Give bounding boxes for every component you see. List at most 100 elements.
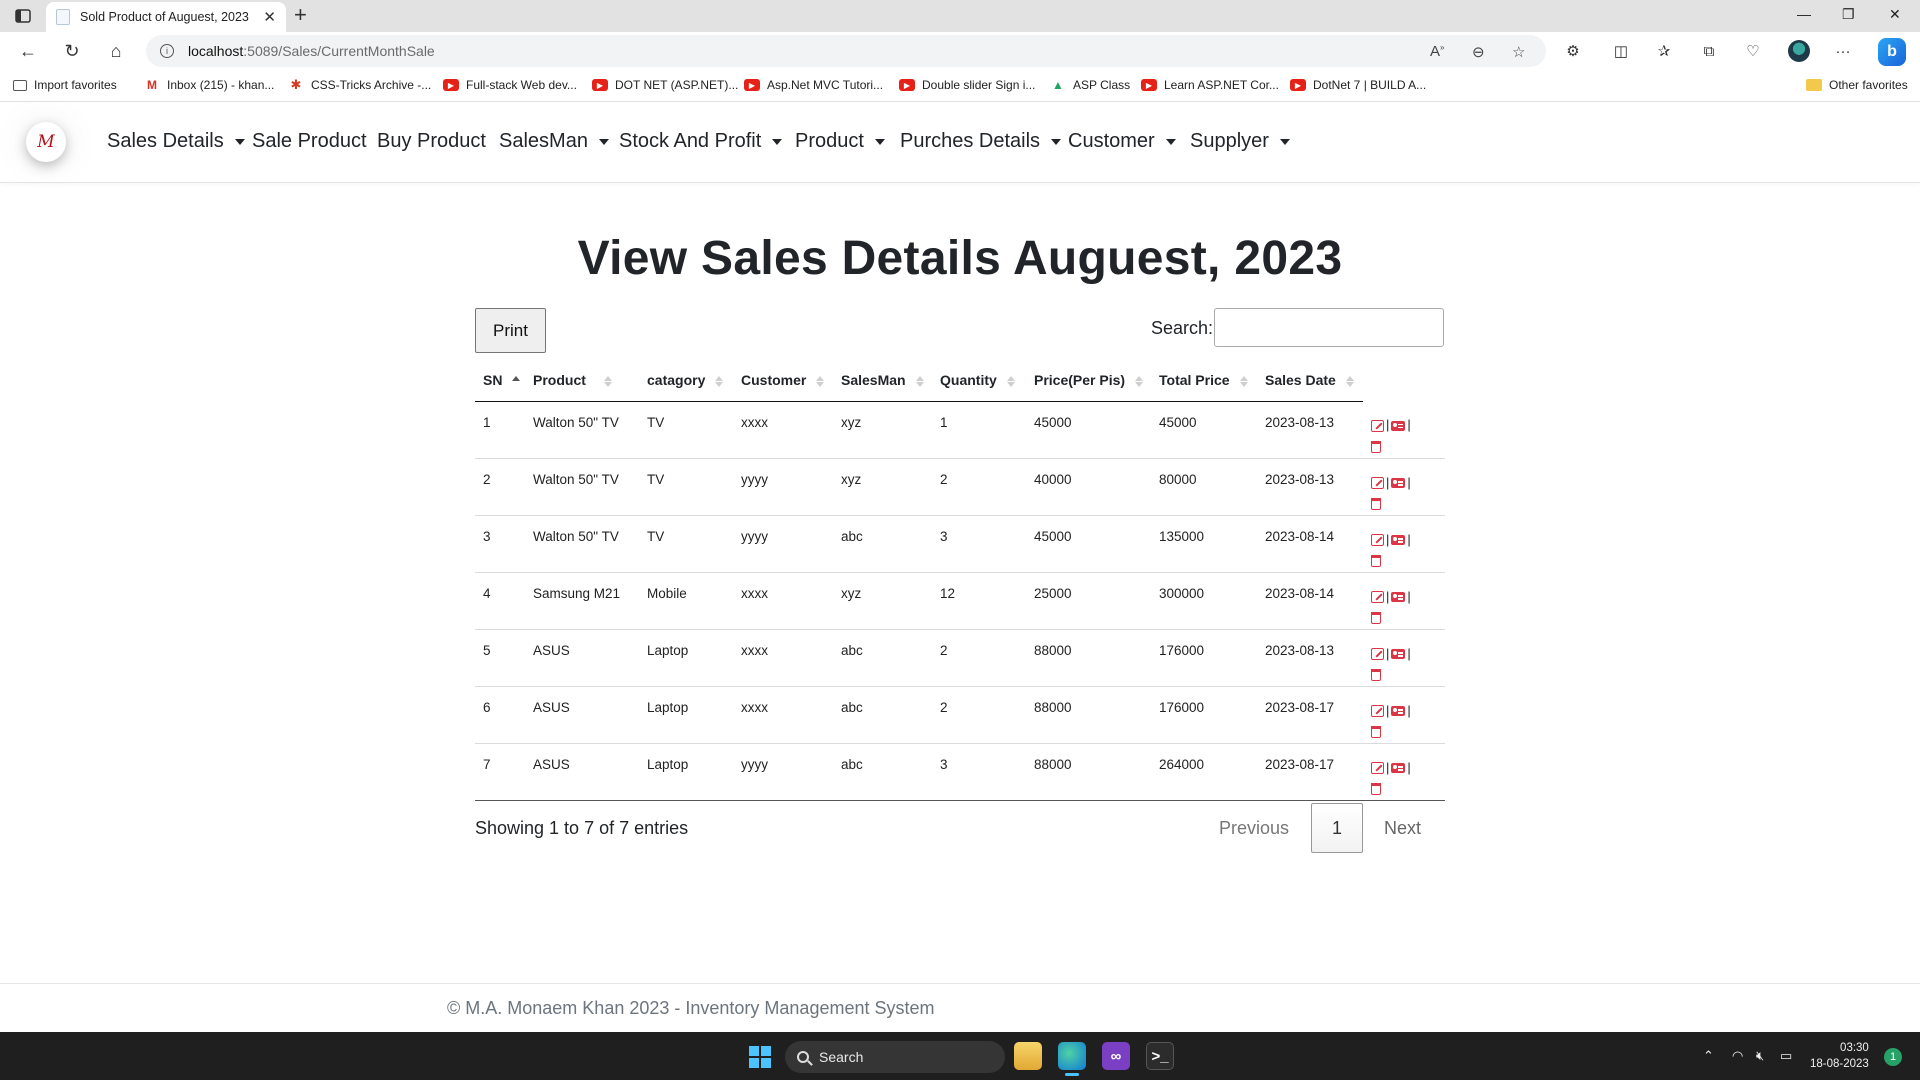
favorite-import[interactable]: Import favorites: [13, 78, 117, 92]
details-icon[interactable]: [1391, 763, 1406, 774]
cell-sn: 7: [475, 743, 525, 801]
edit-icon[interactable]: [1371, 477, 1384, 490]
details-icon[interactable]: [1391, 649, 1406, 660]
nav-sale-product[interactable]: Sale Product: [252, 130, 367, 153]
browser-essentials-icon[interactable]: ♡: [1741, 39, 1765, 63]
delete-icon[interactable]: [1371, 498, 1381, 511]
edge-browser-icon[interactable]: [1058, 1042, 1086, 1076]
favorite-asp-class[interactable]: ▲ ASP Class: [1050, 78, 1130, 92]
column-header-sn[interactable]: SN: [475, 359, 525, 402]
site-info-icon[interactable]: i: [160, 44, 174, 58]
favorite-star-icon[interactable]: ☆: [1512, 43, 1525, 61]
favorites-icon[interactable]: ✰: [1652, 39, 1676, 63]
terminal-icon[interactable]: >_: [1146, 1042, 1174, 1070]
search-input[interactable]: [1214, 308, 1444, 347]
details-icon[interactable]: [1391, 706, 1406, 717]
file-explorer-icon[interactable]: [1014, 1042, 1042, 1070]
print-button[interactable]: Print: [475, 308, 546, 353]
pagination-previous[interactable]: Previous: [1219, 818, 1289, 839]
details-icon[interactable]: [1391, 478, 1406, 489]
column-label: Quantity: [940, 371, 997, 388]
delete-icon[interactable]: [1371, 726, 1381, 739]
home-icon[interactable]: ⌂: [105, 40, 127, 62]
delete-icon[interactable]: [1371, 783, 1381, 796]
favorite-full-stack[interactable]: ▶ Full-stack Web dev...: [443, 78, 577, 92]
edit-icon[interactable]: [1371, 591, 1384, 604]
favorite-dotnet[interactable]: ▶ DOT NET (ASP.NET)...: [592, 78, 738, 92]
back-icon[interactable]: ←: [17, 40, 39, 62]
nav-supplyer[interactable]: Supplyer: [1190, 130, 1290, 153]
visual-studio-icon[interactable]: ∞: [1102, 1042, 1130, 1070]
brand-logo[interactable]: M: [26, 122, 66, 162]
restore-icon[interactable]: ❐: [1842, 6, 1855, 23]
details-icon[interactable]: [1391, 535, 1406, 546]
new-tab-icon[interactable]: +: [294, 4, 307, 26]
cell-quantity: 12: [932, 572, 1026, 630]
address-bar[interactable]: i localhost:5089/Sales/CurrentMonthSale …: [146, 35, 1546, 67]
cell-salesman: abc: [833, 629, 932, 687]
windows-start-icon[interactable]: [749, 1046, 771, 1068]
minimize-icon[interactable]: —: [1797, 6, 1811, 22]
collections-icon[interactable]: ⧉: [1697, 39, 1721, 63]
column-header-total-price[interactable]: Total Price: [1151, 359, 1257, 402]
pagination-next[interactable]: Next: [1384, 818, 1421, 839]
volume-muted-icon[interactable]: 🔇︎: [1756, 1048, 1764, 1064]
wifi-icon[interactable]: ◠: [1732, 1048, 1743, 1064]
action-separator: |: [1407, 588, 1411, 604]
tab-close-icon[interactable]: ✕: [263, 8, 276, 26]
favorite-learn-aspnet[interactable]: ▶ Learn ASP.NET Cor...: [1141, 78, 1279, 92]
bing-copilot-icon[interactable]: b: [1878, 38, 1906, 66]
delete-icon[interactable]: [1371, 440, 1381, 453]
edit-icon[interactable]: [1371, 705, 1384, 718]
profile-avatar[interactable]: [1788, 40, 1810, 62]
column-header-product[interactable]: Product: [525, 359, 639, 402]
notification-badge[interactable]: 1: [1884, 1048, 1902, 1066]
zoom-icon[interactable]: ⊖: [1472, 43, 1485, 61]
cell-catagory: Laptop: [639, 686, 733, 744]
read-aloud-icon[interactable]: A»: [1430, 43, 1444, 60]
action-separator: |: [1407, 531, 1411, 547]
delete-icon[interactable]: [1371, 555, 1381, 568]
taskbar-clock[interactable]: 03:30 18-08-2023: [1810, 1040, 1869, 1072]
nav-product[interactable]: Product: [795, 130, 885, 153]
edit-icon[interactable]: [1371, 419, 1384, 432]
nav-stock-and-profit[interactable]: Stock And Profit: [619, 130, 783, 153]
nav-sales-details[interactable]: Sales Details: [107, 130, 245, 153]
favorite-double-slider[interactable]: ▶ Double slider Sign i...: [899, 78, 1035, 92]
browser-tab-active[interactable]: Sold Product of Auguest, 2023 ✕: [46, 2, 286, 32]
nav-customer[interactable]: Customer: [1068, 130, 1176, 153]
column-header-salesman[interactable]: SalesMan: [833, 359, 932, 402]
column-header-catagory[interactable]: catagory: [639, 359, 733, 402]
column-header-sales-date[interactable]: Sales Date: [1257, 359, 1363, 402]
nav-buy-product[interactable]: Buy Product: [377, 130, 486, 153]
sales-table: SN Product catagory Customer SalesMan Qu…: [475, 359, 1445, 801]
favorite-inbox[interactable]: M Inbox (215) - khan...: [144, 78, 274, 92]
delete-icon[interactable]: [1371, 669, 1381, 682]
edit-icon[interactable]: [1371, 534, 1384, 547]
edit-icon[interactable]: [1371, 648, 1384, 661]
other-favorites[interactable]: Other favorites: [1806, 78, 1908, 92]
favorite-dotnet7[interactable]: ▶ DotNet 7 | BUILD A...: [1290, 78, 1426, 92]
edit-icon[interactable]: [1371, 762, 1384, 775]
favorite-css-tricks[interactable]: ✱ CSS-Tricks Archive -...: [288, 77, 432, 92]
refresh-icon[interactable]: ↻: [61, 40, 83, 62]
column-header-quantity[interactable]: Quantity: [932, 359, 1026, 402]
taskbar-search[interactable]: Search: [785, 1041, 1005, 1073]
delete-icon[interactable]: [1371, 612, 1381, 625]
tray-overflow-icon[interactable]: ⌃: [1703, 1048, 1714, 1064]
extensions-icon[interactable]: ⚙: [1561, 39, 1585, 63]
split-screen-icon[interactable]: ◫: [1609, 39, 1633, 63]
favorite-mvc[interactable]: ▶ Asp.Net MVC Tutori...: [744, 78, 883, 92]
column-header-customer[interactable]: Customer: [733, 359, 833, 402]
column-header-price[interactable]: Price(Per Pis): [1026, 359, 1151, 402]
sort-icon: [1135, 375, 1144, 387]
battery-icon[interactable]: ▭: [1780, 1048, 1792, 1064]
more-menu-icon[interactable]: ···: [1831, 39, 1855, 63]
details-icon[interactable]: [1391, 420, 1406, 431]
details-icon[interactable]: [1391, 592, 1406, 603]
pagination-page-1[interactable]: 1: [1311, 803, 1363, 853]
nav-salesman[interactable]: SalesMan: [499, 130, 609, 153]
tab-actions-icon[interactable]: [12, 6, 34, 26]
nav-purches-details[interactable]: Purches Details: [900, 130, 1062, 153]
window-close-icon[interactable]: ✕: [1889, 6, 1901, 23]
